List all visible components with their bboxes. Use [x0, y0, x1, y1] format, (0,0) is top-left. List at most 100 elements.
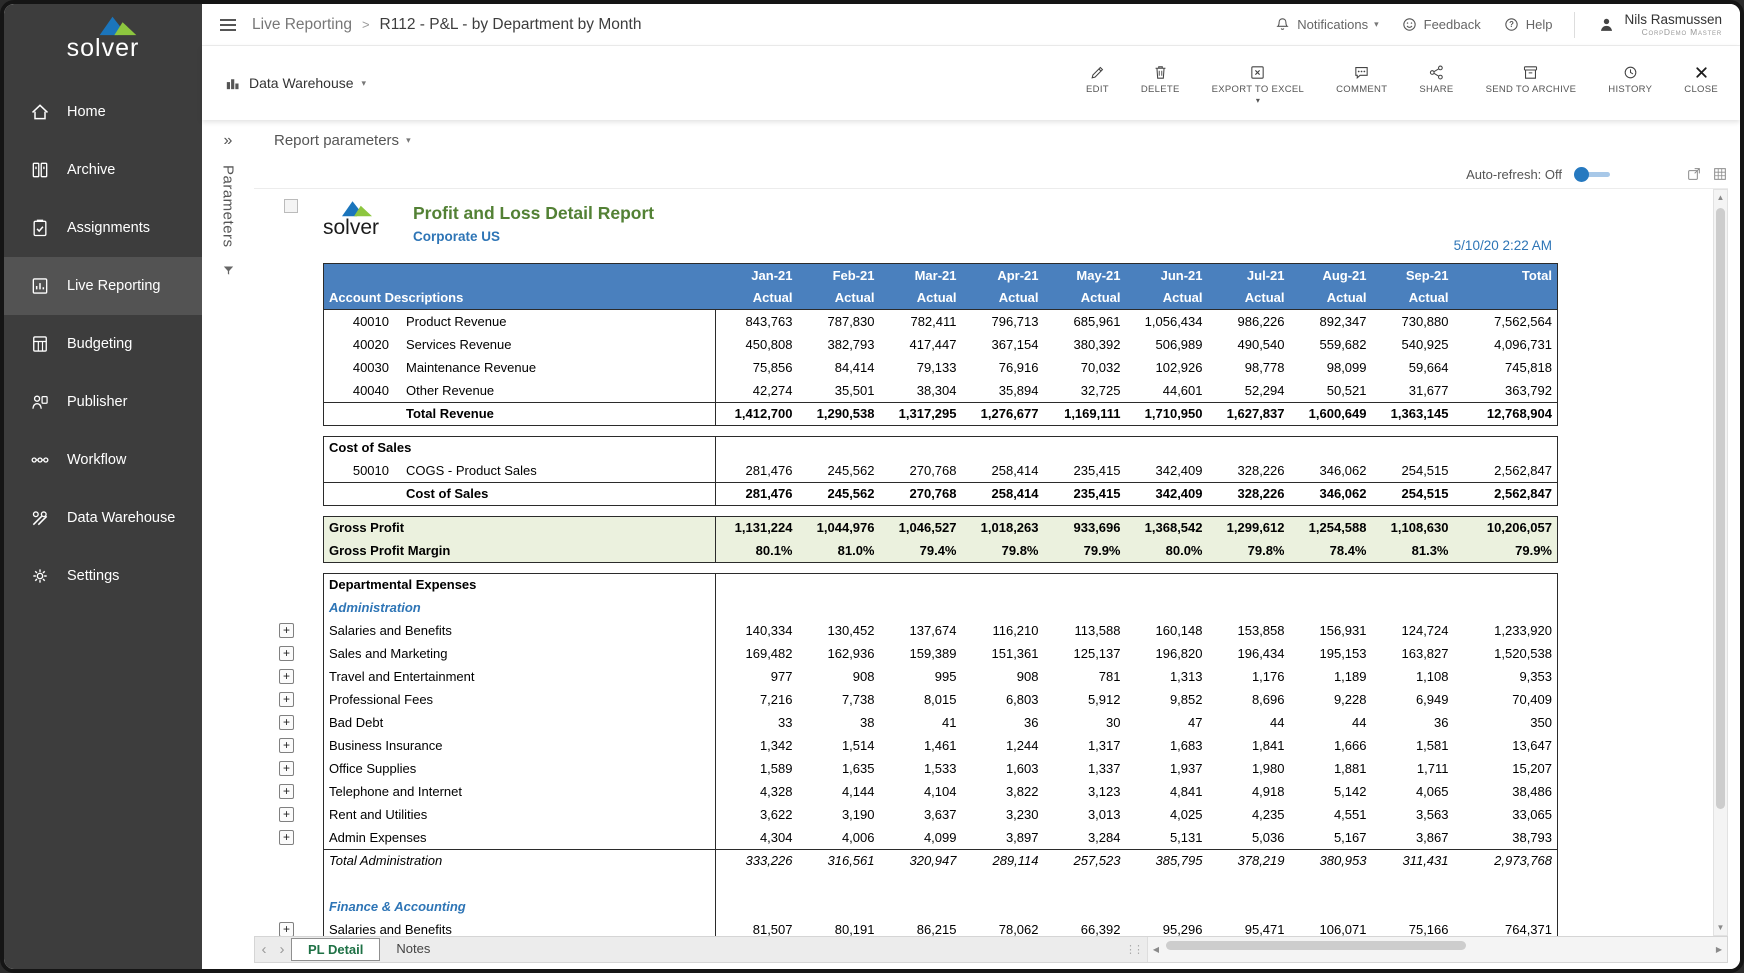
- export-to-excel-button[interactable]: EXPORT TO EXCEL▾: [1212, 64, 1305, 103]
- data-source-dropdown[interactable]: Data Warehouse ▾: [224, 75, 366, 92]
- expand-row-button[interactable]: +: [279, 784, 294, 799]
- value-cell: 79,133: [880, 356, 962, 379]
- scroll-right-button[interactable]: ▶: [1711, 945, 1727, 954]
- expand-row-button[interactable]: +: [279, 669, 294, 684]
- value-cell: 137,674: [880, 619, 962, 642]
- scroll-down-button[interactable]: ▼: [1714, 920, 1727, 935]
- value-cell: 977: [716, 665, 798, 688]
- value-cell: 50,521: [1290, 379, 1372, 402]
- send-to-archive-button[interactable]: SEND TO ARCHIVE: [1486, 64, 1577, 95]
- breadcrumb-live-reporting[interactable]: Live Reporting: [252, 16, 352, 34]
- table-row: +Bad Debt333841363047444436350: [324, 711, 1558, 734]
- account-name: Gross Profit Margin: [329, 543, 450, 558]
- value-cell: 258,414: [962, 459, 1044, 482]
- value-cell: 4,065: [1372, 780, 1454, 803]
- value-cell: [880, 596, 962, 619]
- expand-row-button[interactable]: +: [279, 692, 294, 707]
- share-button[interactable]: SHARE: [1419, 64, 1453, 95]
- row-label-cell: +Travel and Entertainment: [324, 665, 716, 688]
- account-name: Telephone and Internet: [329, 784, 462, 799]
- horizontal-scroll-thumb[interactable]: [1166, 941, 1466, 950]
- sidebar-item-assignments[interactable]: Assignments: [4, 199, 202, 257]
- refresh-row: Auto-refresh: Off: [254, 160, 1728, 188]
- tab-pl-detail[interactable]: PL Detail: [291, 938, 380, 961]
- sidebar-item-settings[interactable]: Settings: [4, 547, 202, 605]
- tab-scroll-right-button[interactable]: ›: [273, 941, 291, 958]
- edit-button[interactable]: EDIT: [1086, 64, 1109, 95]
- scroll-up-button[interactable]: ▲: [1714, 190, 1727, 205]
- table-row: +Travel and Entertainment977908995908781…: [324, 665, 1558, 688]
- horizontal-scrollbar[interactable]: ◀ ▶: [1147, 937, 1727, 962]
- splitter-grip[interactable]: ⋮⋮: [1125, 943, 1141, 956]
- value-cell: 124,724: [1372, 619, 1454, 642]
- vertical-scroll-thumb[interactable]: [1716, 208, 1725, 809]
- tab-scroll-left-button[interactable]: ‹: [255, 941, 273, 958]
- help-icon: ?: [1503, 16, 1520, 33]
- delete-button[interactable]: DELETE: [1141, 64, 1180, 95]
- report-block-revenue: 40010Product Revenue843,763787,830782,41…: [323, 310, 1558, 426]
- outline-corner-button[interactable]: [284, 199, 298, 213]
- vertical-scroll-track[interactable]: [1714, 205, 1727, 920]
- sidebar-item-budgeting[interactable]: Budgeting: [4, 315, 202, 373]
- sidebar-item-publisher[interactable]: Publisher: [4, 373, 202, 431]
- sidebar-item-workflow[interactable]: Workflow: [4, 431, 202, 489]
- notifications-button[interactable]: Notifications ▾: [1274, 16, 1378, 33]
- value-cell: 1,313: [1126, 665, 1208, 688]
- svg-text:?: ?: [1509, 20, 1514, 29]
- value-cell: 245,562: [798, 459, 880, 482]
- action-label: CLOSE: [1684, 84, 1718, 95]
- fullscreen-icon[interactable]: [1686, 166, 1702, 182]
- scroll-left-button[interactable]: ◀: [1148, 945, 1164, 954]
- sidebar-item-data-warehouse[interactable]: Data Warehouse: [4, 489, 202, 547]
- row-label-cell: +Admin Expenses: [324, 826, 716, 849]
- grid-view-icon[interactable]: [1712, 166, 1728, 182]
- value-cell: 44: [1208, 711, 1290, 734]
- sidebar-item-live-reporting[interactable]: Live Reporting: [4, 257, 202, 315]
- table-row: Cost of Sales281,476245,562270,768258,41…: [324, 482, 1558, 505]
- value-cell: 5,142: [1290, 780, 1372, 803]
- value-cell: 281,476: [716, 459, 798, 482]
- sidebar-item-archive[interactable]: Archive: [4, 141, 202, 199]
- expand-row-button[interactable]: +: [279, 623, 294, 638]
- row-label-cell: 40020Services Revenue: [324, 333, 716, 356]
- value-cell: [1208, 872, 1290, 895]
- comment-button[interactable]: COMMENT: [1336, 64, 1387, 95]
- solver-logo[interactable]: solver: [4, 4, 202, 71]
- scenario-header-cell: Actual: [798, 287, 880, 310]
- autorefresh-toggle[interactable]: [1576, 172, 1610, 177]
- action-label: DELETE: [1141, 84, 1180, 95]
- history-button[interactable]: HISTORY: [1608, 64, 1652, 95]
- menu-icon[interactable]: [220, 16, 236, 34]
- parameters-panel-collapsed[interactable]: » Parameters: [202, 120, 254, 969]
- expand-row-button[interactable]: +: [279, 922, 294, 936]
- value-cell: 1,520,538: [1454, 642, 1558, 665]
- report-parameters-toggle[interactable]: Report parameters ▾: [254, 120, 1728, 160]
- user-menu[interactable]: Nils Rasmussen CorpDemo Master: [1597, 12, 1722, 37]
- sidebar-item-label: Settings: [67, 568, 119, 584]
- value-cell: 3,284: [1044, 826, 1126, 849]
- expand-row-button[interactable]: +: [279, 715, 294, 730]
- value-cell: 730,880: [1372, 310, 1454, 333]
- help-button[interactable]: ? Help: [1503, 16, 1553, 33]
- value-cell: 1,461: [880, 734, 962, 757]
- value-cell: 382,793: [798, 333, 880, 356]
- close-button[interactable]: CLOSE: [1684, 64, 1718, 95]
- value-cell: 70,409: [1454, 688, 1558, 711]
- expand-row-button[interactable]: +: [279, 761, 294, 776]
- value-cell: 417,447: [880, 333, 962, 356]
- row-label-cell: 40010Product Revenue: [324, 310, 716, 333]
- tab-notes[interactable]: Notes: [380, 938, 446, 961]
- feedback-button[interactable]: Feedback: [1401, 16, 1481, 33]
- vertical-scrollbar[interactable]: ▲ ▼: [1713, 189, 1728, 936]
- expand-panel-icon[interactable]: »: [224, 132, 233, 150]
- expand-row-button[interactable]: +: [279, 738, 294, 753]
- account-name: Finance & Accounting: [329, 899, 466, 914]
- account-name: Departmental Expenses: [329, 577, 476, 592]
- sidebar-item-home[interactable]: Home: [4, 83, 202, 141]
- horizontal-scroll-track[interactable]: [1164, 937, 1711, 962]
- expand-row-button[interactable]: +: [279, 807, 294, 822]
- expand-row-button[interactable]: +: [279, 646, 294, 661]
- value-cell: 1,710,950: [1126, 402, 1208, 425]
- expand-row-button[interactable]: +: [279, 830, 294, 845]
- home-icon: [30, 102, 50, 122]
